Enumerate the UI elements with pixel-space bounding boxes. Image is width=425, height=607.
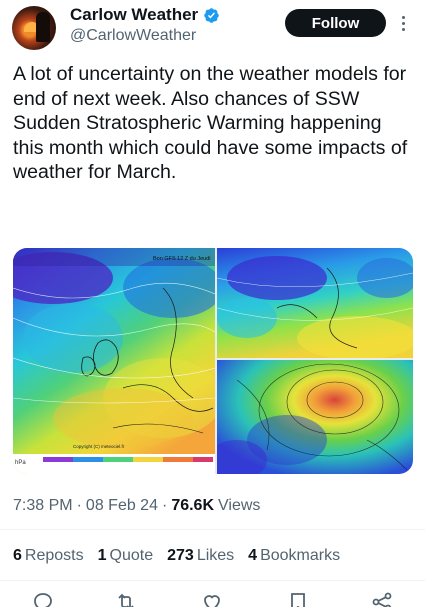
author-handle[interactable]: @CarlowWeather	[70, 27, 196, 45]
avatar[interactable]	[12, 6, 56, 50]
action-bar	[0, 590, 425, 607]
avatar-tree-shape	[36, 12, 50, 42]
name-row: Carlow Weather	[70, 5, 220, 25]
reposts-stat[interactable]: 6 Reposts	[13, 547, 84, 565]
engagement-stats: 6 Reposts 1 Quote 273 Likes 4 Bookmarks	[13, 547, 340, 565]
weather-map-image-top-right[interactable]	[217, 248, 413, 358]
bookmark-icon[interactable]	[286, 590, 310, 607]
media-grid: Bon GFS 12 Z du Jeudi hPa Copyright (C) …	[13, 248, 413, 474]
tweet-time[interactable]: 7:38 PM	[13, 497, 73, 515]
views-count: 76.6K	[171, 497, 215, 514]
map-unit-label: hPa	[15, 460, 26, 466]
divider	[0, 529, 425, 530]
tweet-date[interactable]: 08 Feb 24	[86, 497, 158, 515]
separator: ·	[161, 497, 168, 514]
views-label: Views	[218, 497, 261, 514]
quotes-stat[interactable]: 1 Quote	[98, 547, 154, 565]
tweet-text: A lot of uncertainty on the weather mode…	[13, 63, 408, 183]
weather-map-image-left[interactable]: Bon GFS 12 Z du Jeudi hPa Copyright (C) …	[13, 248, 215, 474]
tweet-header: Carlow Weather @CarlowWeather Follow	[0, 0, 425, 56]
tweet-timestamp: 7:38 PM · 08 Feb 24 · 76.6K Views	[13, 497, 260, 515]
share-icon[interactable]	[370, 590, 394, 607]
author-display-name[interactable]: Carlow Weather	[70, 5, 198, 25]
likes-stat[interactable]: 273 Likes	[167, 547, 234, 565]
follow-button[interactable]: Follow	[285, 9, 386, 37]
map-copyright: Copyright (C) meteociel.fr	[73, 444, 125, 449]
divider	[0, 580, 425, 581]
verified-badge-icon	[204, 7, 219, 23]
weather-map-image-bottom-right[interactable]	[217, 360, 413, 474]
separator: ·	[76, 497, 82, 514]
map-header-text: Bon GFS 12 Z du Jeudi	[153, 256, 210, 262]
more-options-icon[interactable]	[396, 12, 410, 34]
like-icon[interactable]	[200, 590, 224, 607]
bookmarks-stat[interactable]: 4 Bookmarks	[248, 547, 340, 565]
reply-icon[interactable]	[31, 590, 55, 607]
repost-icon[interactable]	[114, 590, 138, 607]
